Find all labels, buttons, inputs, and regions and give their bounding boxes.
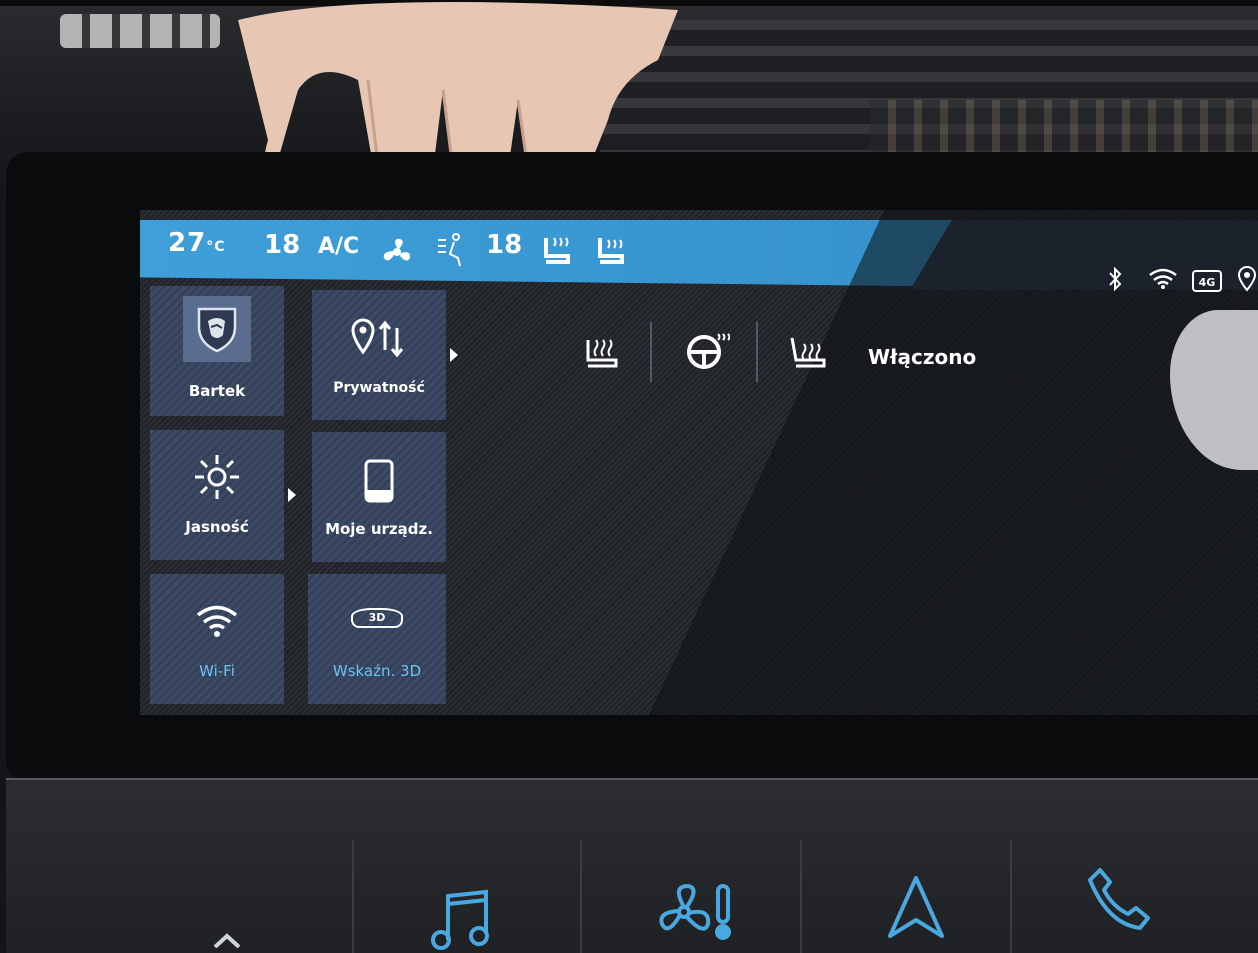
heating-status-text: Włączono bbox=[868, 345, 977, 369]
tile-privacy[interactable]: Prywatność bbox=[312, 290, 458, 420]
fan-icon[interactable] bbox=[380, 236, 414, 268]
rear-seat-heat-icon[interactable] bbox=[788, 334, 830, 370]
comfort-divider bbox=[756, 322, 758, 382]
touch-bar-divider bbox=[800, 840, 802, 953]
tile-3d-display[interactable]: 3D Wskaźn. 3D bbox=[308, 574, 446, 704]
outside-temperature: 27°C bbox=[168, 228, 225, 258]
bluetooth-icon bbox=[1109, 266, 1122, 292]
outside-temp-value: 27 bbox=[168, 228, 207, 258]
lower-bezel bbox=[6, 778, 1258, 800]
touch-bar-divider bbox=[1010, 840, 1012, 953]
tile-label: Jasność bbox=[185, 518, 249, 536]
infotainment-screen: 27°C 18 A/C 18 4G Bartek Prywatność Jasn… bbox=[140, 210, 1258, 715]
4g-icon: 4G bbox=[1192, 270, 1222, 292]
outside-temp-unit: °C bbox=[206, 239, 226, 255]
home-icon[interactable] bbox=[212, 928, 242, 948]
tile-label: Moje urządz. bbox=[325, 520, 433, 538]
steering-wheel-heat-icon[interactable] bbox=[684, 330, 730, 370]
passenger-seat-heat-status-icon[interactable] bbox=[596, 234, 630, 266]
location-icon bbox=[1238, 266, 1256, 292]
location-privacy-icon bbox=[351, 318, 404, 358]
passenger-temperature[interactable]: 18 bbox=[486, 230, 522, 260]
touch-shortcut-bar bbox=[6, 798, 1258, 953]
tile-label: Prywatność bbox=[333, 380, 425, 396]
comfort-divider bbox=[650, 322, 652, 382]
climate-fan-icon[interactable] bbox=[656, 880, 736, 944]
tile-wifi[interactable]: Wi-Fi bbox=[150, 574, 284, 704]
wifi-icon bbox=[196, 605, 238, 637]
ac-label[interactable]: A/C bbox=[318, 234, 359, 259]
tile-label: Wskaźn. 3D bbox=[332, 662, 422, 680]
air-distribution-icon[interactable] bbox=[436, 232, 466, 268]
3d-display-icon: 3D bbox=[351, 608, 403, 628]
peugeot-lion-icon bbox=[183, 296, 251, 362]
touch-bar-divider bbox=[352, 840, 354, 953]
driver-temperature[interactable]: 18 bbox=[264, 230, 300, 260]
touch-bar-divider bbox=[580, 840, 582, 953]
music-icon[interactable] bbox=[428, 888, 498, 952]
navigation-icon[interactable] bbox=[886, 874, 946, 940]
brightness-sun-icon bbox=[195, 455, 239, 499]
phone-icon[interactable] bbox=[1086, 866, 1152, 932]
chevron-right-icon bbox=[288, 488, 296, 502]
tile-brightness[interactable]: Jasność bbox=[150, 430, 296, 560]
tile-label: Bartek bbox=[188, 382, 246, 400]
tile-profile[interactable]: Bartek bbox=[150, 286, 284, 416]
seat-heat-status-icon[interactable] bbox=[540, 234, 574, 266]
tile-label: Wi-Fi bbox=[199, 662, 235, 680]
chevron-right-icon bbox=[450, 348, 458, 362]
hazard-lamp-strip bbox=[60, 14, 220, 48]
wifi-signal-icon bbox=[1149, 268, 1177, 289]
tile-my-devices[interactable]: Moje urządz. bbox=[312, 432, 446, 562]
seat-heat-icon[interactable] bbox=[582, 334, 624, 370]
phone-device-icon bbox=[364, 459, 394, 503]
